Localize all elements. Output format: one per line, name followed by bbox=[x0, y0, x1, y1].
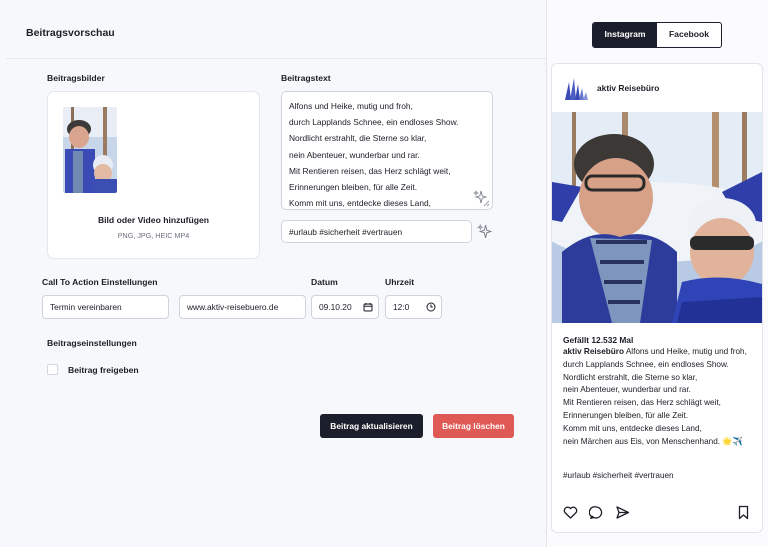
comment-icon[interactable] bbox=[589, 505, 604, 520]
tab-instagram[interactable]: Instagram bbox=[593, 23, 657, 47]
likes-count: Gefällt 12.532 Mal bbox=[563, 335, 634, 345]
text-line: Mit Rentieren reisen, das Herz schlägt w… bbox=[289, 165, 451, 176]
caption-line: nein Märchen aus Eis, von Menschenhand. … bbox=[563, 436, 743, 446]
post-image bbox=[552, 112, 762, 323]
release-label: Beitrag freigeben bbox=[68, 365, 139, 375]
platform-tabs: Instagram Facebook bbox=[592, 22, 722, 48]
add-media-label: Bild oder Video hinzufügen bbox=[97, 215, 210, 225]
calendar-icon[interactable] bbox=[363, 302, 373, 312]
image-thumbnail[interactable] bbox=[63, 107, 117, 193]
hashtags-input[interactable]: #urlaub #sicherheit #vertrauen bbox=[281, 220, 472, 243]
clock-icon[interactable] bbox=[426, 302, 436, 312]
caption-line: Mit Rentieren reisen, das Herz schlägt w… bbox=[563, 398, 721, 408]
time-label: Uhrzeit bbox=[385, 277, 415, 287]
post-caption: aktiv Reisebüro Alfons und Heike, mutig … bbox=[563, 346, 759, 448]
bookmark-icon[interactable] bbox=[736, 505, 751, 520]
caption-line: Nordlicht erstrahlt, die Sterne so klar, bbox=[563, 372, 698, 382]
text-line: nein Abenteuer, wunderbar und rar. bbox=[289, 149, 420, 160]
post-text-area[interactable]: Alfons und Heike, mutig und froh, durch … bbox=[281, 91, 493, 210]
account-logo bbox=[565, 78, 588, 100]
caption-line-first: aktiv Reisebüro Alfons und Heike, mutig … bbox=[563, 346, 759, 359]
sparkle-icon[interactable] bbox=[477, 224, 492, 239]
cta-action-select[interactable]: Termin vereinbaren bbox=[42, 295, 169, 319]
caption-line: durch Lapplands Schnee, ein endloses Sho… bbox=[563, 359, 729, 369]
divider bbox=[6, 58, 546, 59]
delete-post-button[interactable]: Beitrag löschen bbox=[433, 414, 514, 438]
date-label: Datum bbox=[311, 277, 338, 287]
media-formats-hint: PNG, JPG, HEIC MP4 bbox=[117, 231, 190, 240]
account-name: aktiv Reisebüro bbox=[597, 83, 660, 93]
release-checkbox[interactable] bbox=[47, 364, 58, 375]
share-icon[interactable] bbox=[615, 505, 630, 520]
caption-line: Komm mit uns, entdecke dieses Land, bbox=[563, 423, 702, 433]
date-input[interactable]: 09.10.20 bbox=[311, 295, 379, 319]
text-line: Erinnerungen bleiben, für alle Zeit. bbox=[289, 182, 418, 193]
page-title: Beitragsvorschau bbox=[26, 27, 115, 39]
text-label: Beitragstext bbox=[281, 73, 331, 83]
cta-url-input[interactable]: www.aktiv-reisebuero.de bbox=[179, 295, 306, 319]
text-line: Nordlicht erstrahlt, die Sterne so klar, bbox=[289, 133, 427, 144]
text-line: Komm mit uns, entdecke dieses Land, bbox=[289, 198, 431, 209]
tab-facebook[interactable]: Facebook bbox=[657, 23, 721, 47]
sparkle-icon[interactable] bbox=[473, 190, 487, 204]
update-post-button[interactable]: Beitrag aktualisieren bbox=[320, 414, 423, 438]
text-line: Alfons und Heike, mutig und froh, bbox=[289, 101, 413, 111]
cta-label: Call To Action Einstellungen bbox=[42, 277, 158, 287]
text-line: durch Lapplands Schnee, ein endloses Sho… bbox=[289, 117, 459, 128]
time-value: 12:0 bbox=[393, 302, 410, 312]
images-label: Beitragsbilder bbox=[47, 73, 105, 83]
caption-line: Erinnerungen bleiben, für alle Zeit. bbox=[563, 410, 689, 420]
settings-label: Beitragseinstellungen bbox=[47, 338, 137, 348]
time-input[interactable]: 12:0 bbox=[385, 295, 442, 319]
caption-account: aktiv Reisebüro bbox=[563, 347, 624, 356]
caption-text: Alfons und Heike, mutig und froh, bbox=[625, 347, 747, 356]
post-hashtags: #urlaub #sicherheit #vertrauen bbox=[563, 471, 674, 480]
heart-icon[interactable] bbox=[563, 505, 578, 520]
caption-line: nein Abenteuer, wunderbar und rar. bbox=[563, 385, 691, 395]
date-value: 09.10.20 bbox=[319, 302, 352, 312]
